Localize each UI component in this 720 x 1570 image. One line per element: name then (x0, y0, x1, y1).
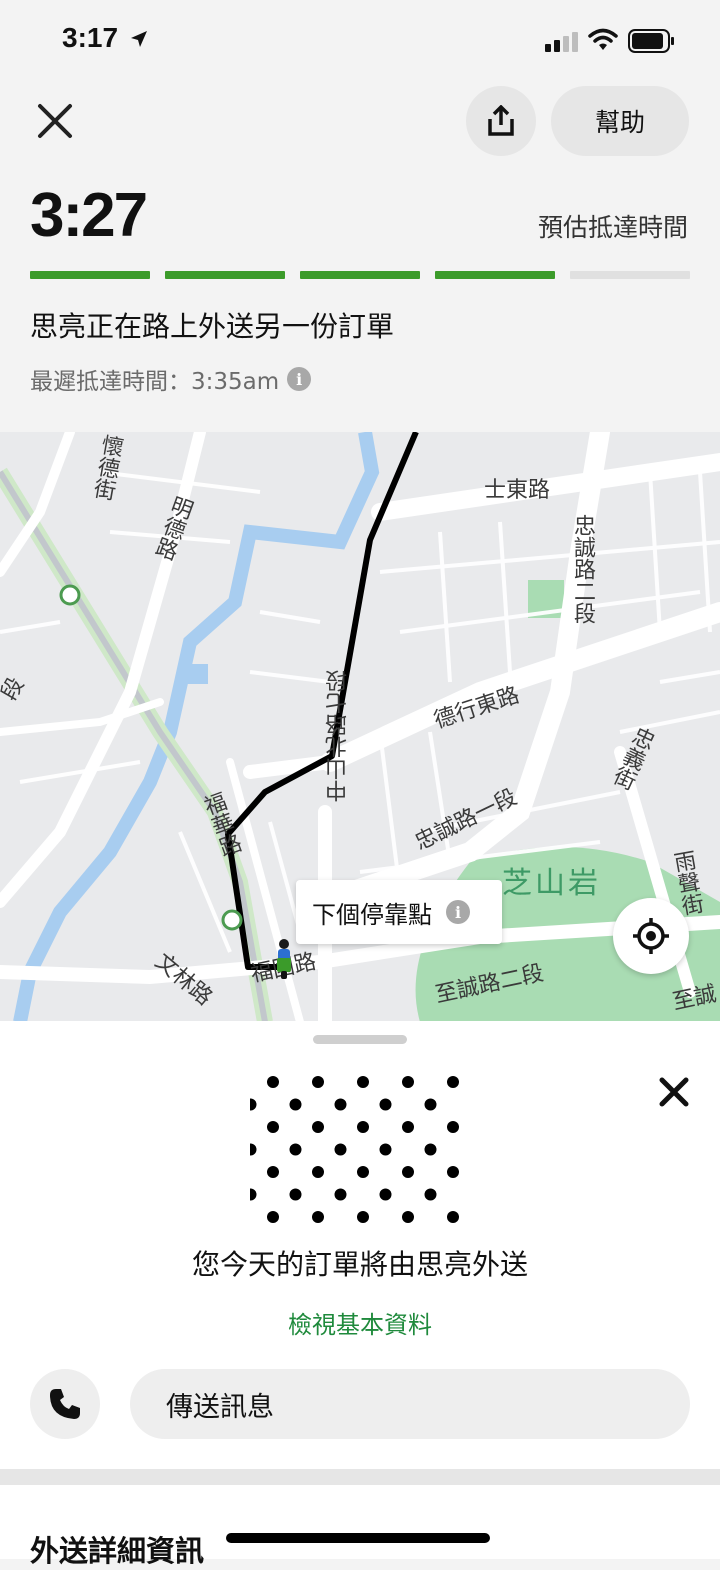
delivery-progress-bar (30, 271, 690, 279)
delivery-status-message: 思亮正在路上外送另一份訂單 (30, 310, 395, 343)
pattern-dot (244, 1188, 257, 1201)
phone-icon (50, 1389, 80, 1419)
view-profile-link[interactable]: 檢視基本資料 (0, 1305, 720, 1340)
location-arrow-icon (130, 30, 148, 52)
pattern-dot (289, 1098, 302, 1111)
pattern-dot (447, 1121, 459, 1133)
pattern-dot (267, 1211, 279, 1223)
help-button[interactable]: 幫助 (551, 86, 689, 156)
pattern-dot (267, 1166, 279, 1178)
info-icon[interactable]: i (287, 367, 312, 391)
courier-message: 您今天的訂單將由思亮外送 (191, 1248, 528, 1281)
sheet-close-button[interactable] (650, 1068, 698, 1116)
pattern-dot (334, 1188, 347, 1201)
progress-segment (435, 271, 555, 279)
pattern-dot (424, 1098, 437, 1111)
share-button[interactable] (466, 86, 536, 156)
home-indicator[interactable] (226, 1533, 490, 1543)
next-stop-popup[interactable]: 下個停靠點 i (296, 880, 502, 944)
crosshair-icon (633, 918, 669, 954)
battery-icon (628, 29, 676, 57)
pattern-dot (312, 1166, 324, 1178)
sheet-drag-handle[interactable] (313, 1035, 407, 1044)
pattern-dot (312, 1121, 324, 1133)
section-divider (0, 1469, 720, 1485)
progress-segment (30, 271, 150, 279)
status-time: 3:17 (62, 22, 119, 53)
map-label-zhishanyan: 芝山岩 (502, 866, 601, 901)
map-label-zhongshan-north-road: 中山北路七段 (326, 670, 351, 802)
delivery-details-title: 外送詳細資訊 (30, 1534, 205, 1568)
pattern-dot (402, 1121, 414, 1133)
pattern-dot (447, 1166, 459, 1178)
share-icon (488, 105, 514, 136)
pattern-dot (447, 1211, 459, 1223)
courier-avatar-pattern (244, 1072, 476, 1228)
pattern-dot (312, 1076, 324, 1088)
pattern-dot (312, 1211, 324, 1223)
scooter-icon (277, 939, 291, 979)
close-button[interactable] (30, 96, 80, 146)
signal-icon (545, 32, 579, 56)
progress-segment (570, 271, 690, 279)
courier-marker (273, 938, 295, 984)
pattern-dot (267, 1076, 279, 1088)
pattern-dot (447, 1076, 459, 1088)
eta-time: 3:27 (30, 181, 148, 250)
map-label-shidong-road: 士東路 (484, 478, 551, 503)
pattern-dot (402, 1076, 414, 1088)
pattern-dot (424, 1143, 437, 1156)
next-stop-label: 下個停靠點 (312, 900, 432, 929)
map-label-zhongcheng-road-2: 忠誠路二段 (570, 514, 595, 624)
close-icon (659, 1077, 689, 1107)
pattern-dot (402, 1211, 414, 1223)
pattern-dot (424, 1188, 437, 1201)
pattern-dot (357, 1121, 369, 1133)
eta-label: 預估抵達時間 (537, 213, 688, 242)
progress-segment (165, 271, 285, 279)
wifi-icon (588, 28, 618, 56)
latest-arrival-row: 最遲抵達時間：3:35am i (30, 362, 312, 396)
pattern-dot (379, 1188, 392, 1201)
pattern-dot (402, 1166, 414, 1178)
pattern-dot (357, 1076, 369, 1088)
pattern-dot (334, 1143, 347, 1156)
pattern-dot (357, 1211, 369, 1223)
info-icon[interactable]: i (446, 900, 470, 924)
pattern-dot (244, 1143, 257, 1156)
pattern-dot (244, 1098, 257, 1111)
pattern-dot (289, 1143, 302, 1156)
pattern-dot (379, 1098, 392, 1111)
pattern-dot (289, 1188, 302, 1201)
pattern-dot (334, 1098, 347, 1111)
close-icon (38, 104, 72, 138)
pattern-dot (357, 1166, 369, 1178)
latest-arrival-text: 最遲抵達時間：3:35am (30, 369, 280, 395)
recenter-button[interactable] (613, 898, 689, 974)
pattern-dot (379, 1143, 392, 1156)
pattern-dot (267, 1121, 279, 1133)
call-button[interactable] (30, 1369, 100, 1439)
progress-segment (300, 271, 420, 279)
send-message-input[interactable]: 傳送訊息 (130, 1369, 690, 1439)
